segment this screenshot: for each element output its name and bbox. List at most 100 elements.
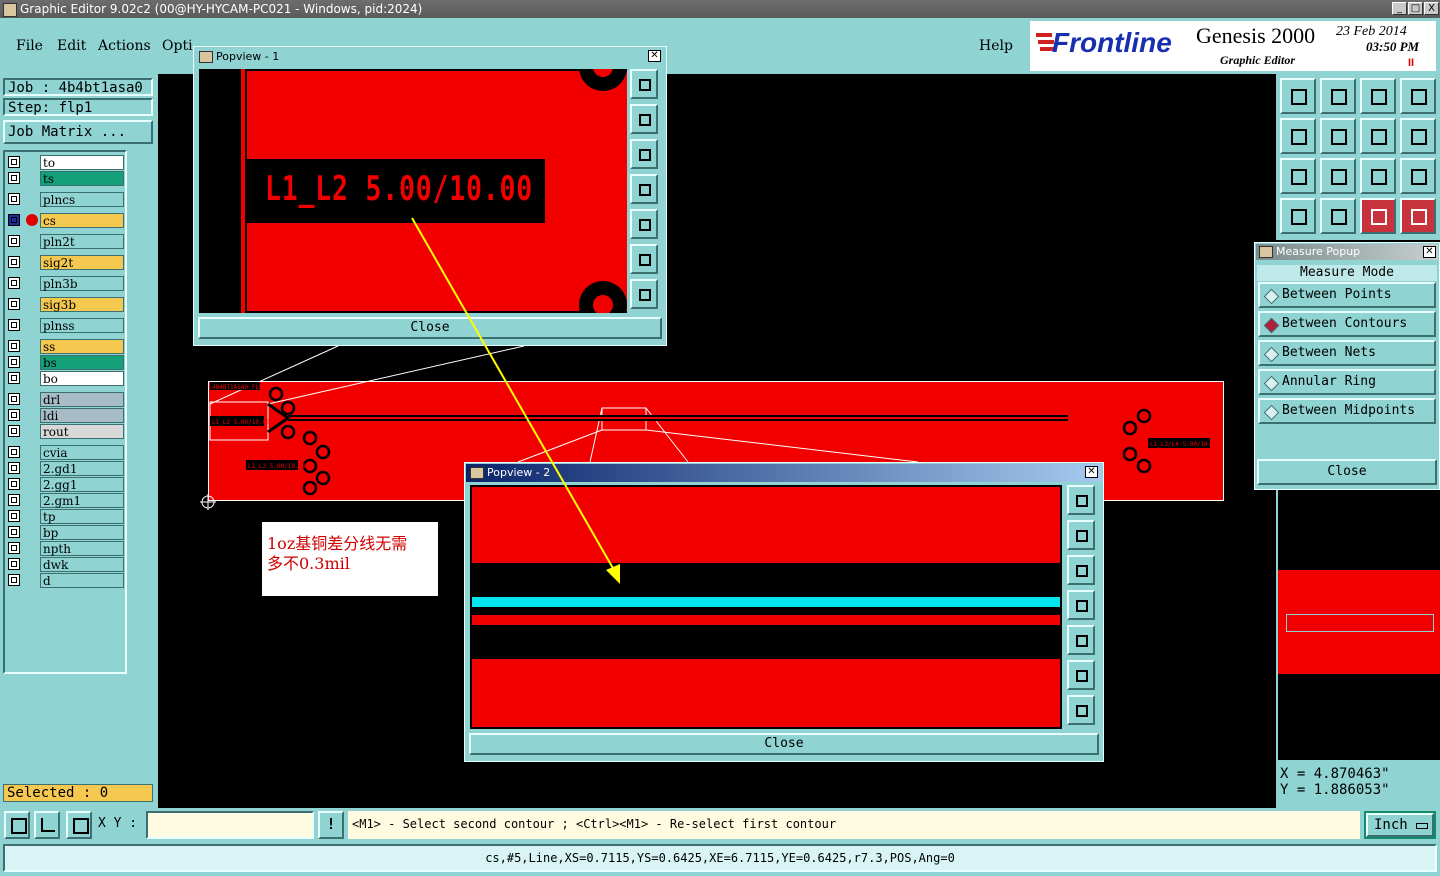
layer-blue-icon[interactable] bbox=[1400, 198, 1436, 234]
layer-name[interactable]: 2.gm1 bbox=[40, 493, 124, 508]
measure-close-icon[interactable]: ✕ bbox=[1423, 246, 1436, 258]
layer-checkbox[interactable] bbox=[8, 462, 20, 474]
layer-row-plnss[interactable]: plnss bbox=[6, 318, 124, 333]
layer-row-ldi[interactable]: ldi bbox=[6, 408, 124, 423]
layer-checkbox[interactable] bbox=[8, 277, 20, 289]
layer-row-rout[interactable]: rout bbox=[6, 424, 124, 439]
layer-checkbox[interactable] bbox=[8, 446, 20, 458]
view-left-icon[interactable] bbox=[1280, 118, 1316, 154]
layer-row-2.gg1[interactable]: 2.gg1 bbox=[6, 477, 124, 492]
settings-icon[interactable] bbox=[1280, 198, 1316, 234]
layer-checkbox[interactable] bbox=[8, 340, 20, 352]
view-top-icon[interactable] bbox=[1280, 78, 1316, 114]
popview-1-titlebar[interactable]: Popview - 1 bbox=[196, 49, 279, 65]
alert-icon[interactable]: ! bbox=[318, 811, 344, 839]
layer-name[interactable]: ts bbox=[40, 171, 124, 186]
layer-name[interactable]: dwk bbox=[40, 557, 124, 572]
layer-name[interactable]: cvia bbox=[40, 445, 124, 460]
menu-edit[interactable]: Edit bbox=[57, 38, 86, 54]
layer-row-to[interactable]: to bbox=[6, 155, 124, 170]
layer-checkbox[interactable] bbox=[8, 526, 20, 538]
measure-popup-titlebar[interactable]: Measure Popup bbox=[1256, 244, 1438, 260]
layer-checkbox[interactable] bbox=[8, 510, 20, 522]
measure-option-between-contours[interactable]: Between Contours bbox=[1258, 311, 1436, 337]
split-view-icon[interactable] bbox=[1400, 78, 1436, 114]
radio-diamond-icon[interactable] bbox=[1263, 288, 1280, 305]
layer-checkbox[interactable] bbox=[8, 558, 20, 570]
mirror-icon[interactable] bbox=[1360, 118, 1396, 154]
layer-row-pln3b[interactable]: pln3b bbox=[6, 276, 124, 291]
layer-checkbox[interactable] bbox=[8, 574, 20, 586]
layer-row-cvia[interactable]: cvia bbox=[6, 445, 124, 460]
overview-viewport[interactable] bbox=[1286, 614, 1434, 632]
scale-1-2-icon[interactable] bbox=[1360, 158, 1396, 194]
menu-actions[interactable]: Actions bbox=[98, 38, 151, 54]
pan-up-icon[interactable] bbox=[630, 104, 658, 134]
layer-row-bo[interactable]: bo bbox=[6, 371, 124, 386]
pause-icon[interactable]: II bbox=[1408, 57, 1414, 69]
layer-row-2.gd1[interactable]: 2.gd1 bbox=[6, 461, 124, 476]
window-titlebar[interactable]: Graphic Editor 9.02c2 (00@HY-HYCAM-PC021… bbox=[0, 0, 1440, 18]
layer-name[interactable]: bs bbox=[40, 355, 124, 370]
layer-name[interactable]: 2.gg1 bbox=[40, 477, 124, 492]
window-close-button[interactable]: X bbox=[1424, 2, 1439, 15]
layer-row-d[interactable]: d bbox=[6, 573, 124, 588]
layer-checkbox[interactable] bbox=[8, 235, 20, 247]
grid-mode-icon[interactable] bbox=[66, 811, 92, 839]
job-matrix-button[interactable]: Job Matrix ... bbox=[3, 120, 153, 144]
measure-option-annular-ring[interactable]: Annular Ring bbox=[1258, 369, 1436, 395]
zoom-fit-icon[interactable] bbox=[1067, 485, 1095, 515]
zoom-in-icon[interactable] bbox=[1067, 660, 1095, 690]
pan-down-icon[interactable] bbox=[1067, 555, 1095, 585]
layer-row-plncs[interactable]: plncs bbox=[6, 192, 124, 207]
zoom-fit-icon[interactable] bbox=[630, 69, 658, 99]
menu-file[interactable]: File bbox=[16, 38, 43, 54]
menu-options[interactable]: Opti bbox=[162, 38, 193, 54]
layer-name[interactable]: bo bbox=[40, 371, 124, 386]
measure-option-between-points[interactable]: Between Points bbox=[1258, 282, 1436, 308]
layer-row-sig3b[interactable]: sig3b bbox=[6, 297, 124, 312]
layer-red-icon[interactable] bbox=[1360, 198, 1396, 234]
radio-diamond-icon[interactable] bbox=[1263, 404, 1280, 421]
measure-close-button[interactable]: Close bbox=[1257, 459, 1437, 485]
layer-row-sig2t[interactable]: sig2t bbox=[6, 255, 124, 270]
layer-row-drl[interactable]: drl bbox=[6, 392, 124, 407]
layer-row-ss[interactable]: ss bbox=[6, 339, 124, 354]
layer-name[interactable]: pln3b bbox=[40, 276, 124, 291]
view-right-icon[interactable] bbox=[1320, 118, 1356, 154]
layer-checkbox[interactable] bbox=[8, 256, 20, 268]
layer-row-npth[interactable]: npth bbox=[6, 541, 124, 556]
pan-left-icon[interactable] bbox=[1067, 590, 1095, 620]
layer-name[interactable]: drl bbox=[40, 392, 124, 407]
xy-input[interactable] bbox=[146, 811, 314, 839]
popview-1-close-icon[interactable]: ✕ bbox=[648, 50, 661, 62]
layer-name[interactable]: sig3b bbox=[40, 297, 124, 312]
center-icon[interactable] bbox=[1320, 158, 1356, 194]
layer-name[interactable]: tp bbox=[40, 509, 124, 524]
layer-name[interactable]: ss bbox=[40, 339, 124, 354]
layer-name[interactable]: plnss bbox=[40, 318, 124, 333]
menu-help[interactable]: Help bbox=[979, 38, 1013, 54]
pan-down-icon[interactable] bbox=[630, 139, 658, 169]
radio-diamond-icon[interactable] bbox=[1263, 346, 1280, 363]
measure-option-between-midpoints[interactable]: Between Midpoints bbox=[1258, 398, 1436, 424]
layer-checkbox[interactable] bbox=[8, 425, 20, 437]
layer-row-dwk[interactable]: dwk bbox=[6, 557, 124, 572]
fit-icon[interactable] bbox=[1280, 158, 1316, 194]
popview-2-close-button[interactable]: Close bbox=[469, 733, 1099, 755]
layer-checkbox[interactable] bbox=[8, 214, 20, 226]
layer-row-pln2t[interactable]: pln2t bbox=[6, 234, 124, 249]
layer-name[interactable]: pln2t bbox=[40, 234, 124, 249]
layer-name[interactable]: cs bbox=[40, 213, 124, 228]
rotate-icon[interactable] bbox=[1400, 118, 1436, 154]
view-bottom-icon[interactable] bbox=[1320, 78, 1356, 114]
layer-name[interactable]: plncs bbox=[40, 192, 124, 207]
layer-checkbox[interactable] bbox=[8, 372, 20, 384]
layer-name[interactable]: to bbox=[40, 155, 124, 170]
pan-right-icon[interactable] bbox=[1067, 625, 1095, 655]
layer-checkbox[interactable] bbox=[8, 193, 20, 205]
layer-checkbox[interactable] bbox=[8, 478, 20, 490]
layer-name[interactable]: rout bbox=[40, 424, 124, 439]
layer-checkbox[interactable] bbox=[8, 393, 20, 405]
layer-row-tp[interactable]: tp bbox=[6, 509, 124, 524]
